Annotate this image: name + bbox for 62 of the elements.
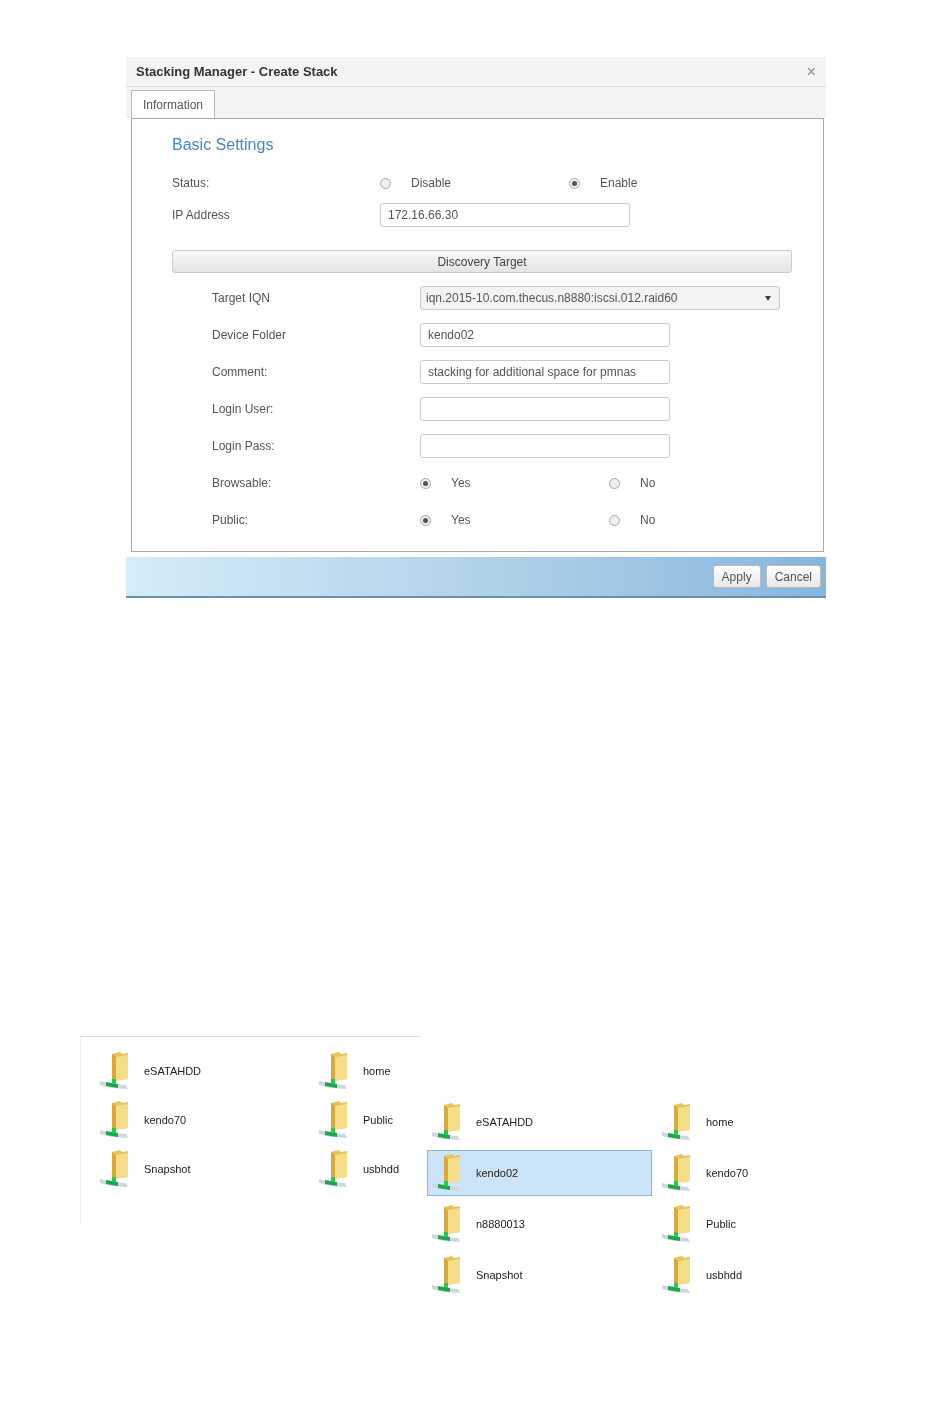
text-field[interactable]	[420, 434, 670, 458]
section-header-bar[interactable]: Discovery Target	[172, 250, 792, 273]
folder-name: kendo02	[476, 1167, 519, 1179]
folder-item[interactable]: eSATAHDD	[97, 1049, 316, 1093]
folder-name: eSATAHDD	[476, 1116, 534, 1128]
folder-item[interactable]: kendo70	[97, 1098, 316, 1142]
folder-name: n8880013	[476, 1218, 525, 1230]
folder-name: usbhdd	[363, 1163, 400, 1175]
dialog-title: Stacking Manager - Create Stack	[136, 64, 338, 79]
radio-button[interactable]	[380, 177, 391, 189]
folder-item[interactable]: usbhdd	[316, 1147, 421, 1191]
field-label: Status:	[172, 176, 211, 190]
dropdown[interactable]: iqn.2015-10.com.thecus.n8880:iscsi.012.raid60	[420, 286, 780, 310]
dialog-button[interactable]: Apply	[712, 565, 761, 588]
folder-item[interactable]: home	[657, 1099, 840, 1145]
option-label: Yes	[451, 513, 471, 527]
tab[interactable]: Information	[131, 90, 216, 118]
option-label: Enable	[600, 176, 638, 190]
radio-button[interactable]	[420, 514, 431, 526]
folder-item[interactable]: kendo70	[657, 1150, 840, 1196]
caret-icon	[765, 295, 771, 301]
folder-item[interactable]: eSATAHDD	[427, 1099, 652, 1145]
folder-item[interactable]: Public	[657, 1201, 840, 1247]
folder-item[interactable]: Snapshot	[427, 1252, 652, 1298]
folder-name: Snapshot	[144, 1163, 191, 1175]
folder-name: Public	[706, 1218, 736, 1230]
dialog-button[interactable]: Cancel	[765, 565, 821, 588]
folder-item[interactable]: kendo02	[427, 1150, 652, 1196]
field-label: Login Pass:	[212, 439, 276, 453]
text-field[interactable]: stacking for additional space for pmnas	[420, 360, 670, 384]
folder-name: home	[363, 1065, 391, 1077]
field-label: IP Address	[172, 208, 231, 222]
folder-name: usbhdd	[706, 1269, 743, 1281]
field-label: Device Folder	[212, 328, 288, 342]
folder-name: home	[706, 1116, 734, 1128]
radio-button[interactable]	[609, 514, 620, 526]
text-field[interactable]: kendo02	[420, 323, 670, 347]
option-label: Disable	[411, 176, 452, 190]
folder-item[interactable]: Public	[316, 1098, 421, 1142]
option-label: Yes	[451, 476, 471, 490]
field-label: Login User:	[212, 402, 275, 416]
folder-item[interactable]: Snapshot	[97, 1147, 316, 1191]
folder-name: Snapshot	[476, 1269, 523, 1281]
option-label: No	[640, 476, 656, 490]
folder-name: kendo70	[144, 1114, 187, 1126]
radio-button[interactable]	[609, 477, 620, 489]
field-label: Public:	[212, 513, 250, 527]
field-label: Comment:	[212, 365, 269, 379]
radio-button[interactable]	[420, 477, 431, 489]
field-label: Browsable:	[212, 476, 273, 490]
radio-button[interactable]	[569, 177, 580, 189]
text-field[interactable]	[420, 397, 670, 421]
option-label: No	[640, 513, 656, 527]
text-field[interactable]: 172.16.66.30	[380, 203, 630, 227]
section-title: Basic Settings	[172, 135, 275, 155]
folder-name: kendo70	[706, 1167, 749, 1179]
folder-name: eSATAHDD	[144, 1065, 202, 1077]
folder-item[interactable]: home	[316, 1049, 421, 1093]
folder-item[interactable]: n8880013	[427, 1201, 652, 1247]
folder-item[interactable]: usbhdd	[657, 1252, 840, 1298]
folder-name: Public	[363, 1114, 393, 1126]
field-label: Target IQN	[212, 291, 272, 305]
